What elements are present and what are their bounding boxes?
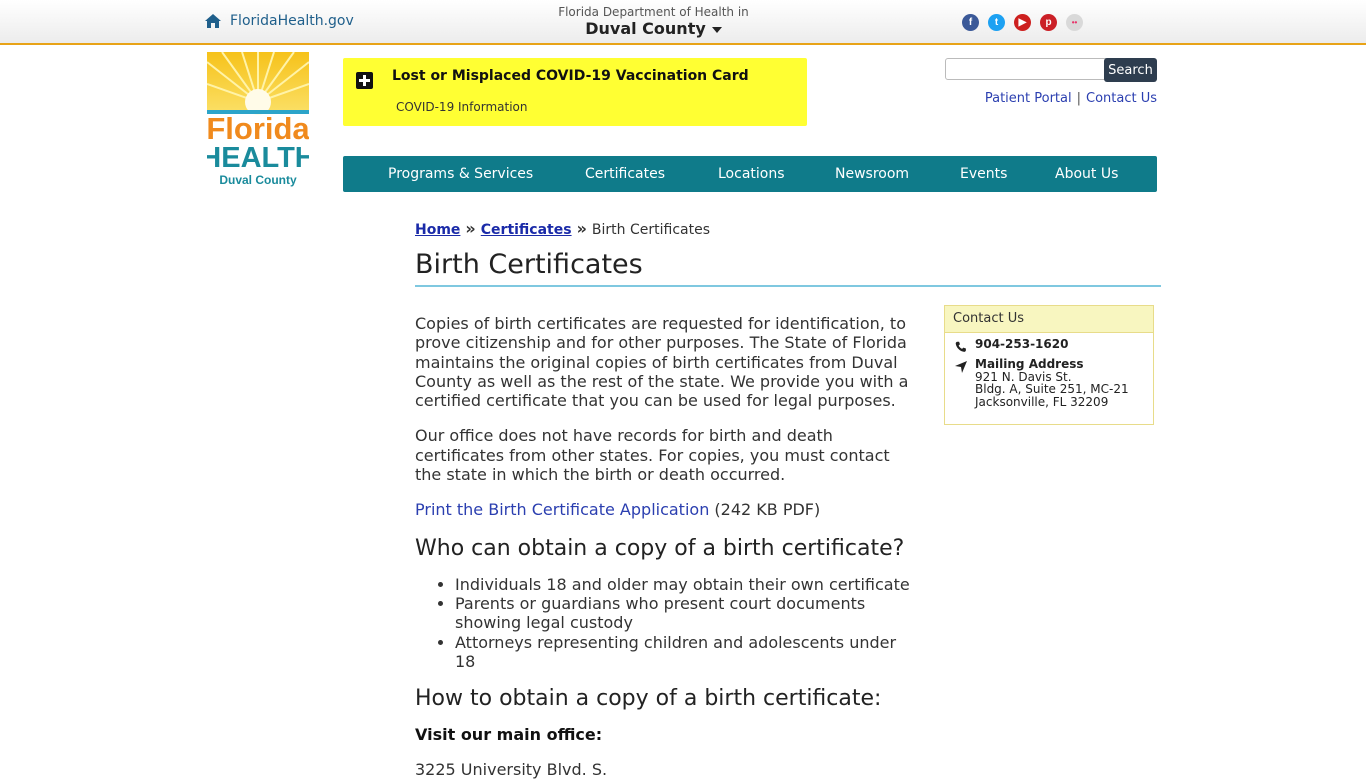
- contact-phone-row: 904-253-1620: [954, 338, 1068, 352]
- contact-heading: Contact Us: [945, 306, 1153, 333]
- who-list: Individuals 18 and older may obtain thei…: [415, 575, 920, 671]
- intro-paragraph: Copies of birth certificates are request…: [415, 314, 909, 411]
- home-icon: [205, 14, 221, 28]
- breadcrumb-home[interactable]: Home: [415, 222, 460, 238]
- utility-links: Patient Portal | Contact Us: [985, 91, 1157, 106]
- print-application-link[interactable]: Print the Birth Certificate Application: [415, 500, 709, 519]
- facebook-icon[interactable]: f: [962, 14, 979, 31]
- floridahealth-home-link[interactable]: FloridaHealth.gov: [205, 13, 354, 29]
- nav-certificates[interactable]: Certificates: [585, 156, 665, 192]
- location-arrow-icon: [955, 361, 967, 373]
- who-heading: Who can obtain a copy of a birth certifi…: [415, 535, 905, 561]
- alert-title[interactable]: Lost or Misplaced COVID-19 Vaccination C…: [392, 68, 749, 84]
- contact-box: Contact Us 904-253-1620 Mailing Address …: [944, 305, 1154, 425]
- mailing-address-line3: Jacksonville, FL 32209: [975, 394, 1109, 409]
- florida-health-logo[interactable]: Florida HEALTH Duval County: [200, 51, 316, 188]
- plus-icon: [356, 72, 373, 89]
- nav-locations[interactable]: Locations: [718, 156, 785, 192]
- contact-phone[interactable]: 904-253-1620: [975, 338, 1068, 351]
- pinterest-icon[interactable]: p: [1040, 14, 1057, 31]
- covid-alert-banner[interactable]: Lost or Misplaced COVID-19 Vaccination C…: [343, 58, 807, 126]
- nav-programs-services[interactable]: Programs & Services: [388, 156, 533, 192]
- visit-office-label: Visit our main office:: [415, 725, 603, 745]
- top-bar: FloridaHealth.gov Florida Department of …: [0, 0, 1366, 45]
- home-link-label: FloridaHealth.gov: [230, 13, 354, 29]
- breadcrumb: Home» Certificates» Birth Certificates: [415, 219, 710, 238]
- department-selector[interactable]: Florida Department of Health in Duval Co…: [520, 4, 787, 38]
- caret-down-icon: [711, 26, 722, 33]
- list-item: Attorneys representing children and adol…: [455, 633, 920, 672]
- flickr-icon[interactable]: ••: [1066, 14, 1083, 31]
- nav-newsroom[interactable]: Newsroom: [835, 156, 909, 192]
- how-heading: How to obtain a copy of a birth certific…: [415, 686, 882, 712]
- breadcrumb-current: Birth Certificates: [591, 222, 710, 238]
- nav-events[interactable]: Events: [960, 156, 1007, 192]
- department-prefix: Florida Department of Health in: [558, 5, 749, 19]
- phone-icon: [955, 341, 966, 352]
- utility-separator: |: [1076, 91, 1081, 106]
- contact-address-row: Mailing Address 921 N. Davis St. Bldg. A…: [954, 358, 1129, 408]
- main-content: Copies of birth certificates are request…: [415, 314, 920, 780]
- social-links: f t ▶ p ••: [962, 14, 1083, 31]
- print-application-paragraph: Print the Birth Certificate Application …: [415, 500, 920, 519]
- county-name: Duval County: [585, 19, 706, 38]
- search-button[interactable]: Search: [1104, 58, 1157, 82]
- breadcrumb-certificates[interactable]: Certificates: [481, 222, 572, 238]
- main-nav: Programs & Services Certificates Locatio…: [343, 156, 1157, 192]
- twitter-icon[interactable]: t: [988, 14, 1005, 31]
- breadcrumb-separator: »: [465, 219, 476, 238]
- alert-subtitle[interactable]: COVID-19 Information: [396, 100, 527, 114]
- search-input[interactable]: [945, 58, 1119, 80]
- breadcrumb-separator: »: [576, 219, 587, 238]
- print-application-meta: (242 KB PDF): [709, 500, 821, 520]
- logo-text-health: HEALTH: [207, 142, 309, 174]
- list-item: Parents or guardians who present court d…: [455, 594, 920, 633]
- patient-portal-link[interactable]: Patient Portal: [985, 91, 1072, 106]
- youtube-icon[interactable]: ▶: [1014, 14, 1031, 31]
- mailing-address-line2: Bldg. A, Suite 251, MC-21: [975, 382, 1129, 396]
- sun-logo-icon: Florida HEALTH Duval County: [200, 51, 316, 187]
- list-item: Individuals 18 and older may obtain thei…: [455, 575, 920, 594]
- logo-text-florida: Florida: [207, 111, 309, 146]
- contact-us-link[interactable]: Contact Us: [1086, 91, 1157, 106]
- county-dropdown[interactable]: Duval County: [520, 20, 787, 38]
- nav-about-us[interactable]: About Us: [1055, 156, 1118, 192]
- mailing-address-label: Mailing Address: [975, 357, 1084, 371]
- page-title: Birth Certificates: [415, 248, 1161, 287]
- logo-text-county: Duval County: [219, 173, 297, 187]
- out-of-state-paragraph: Our office does not have records for bir…: [415, 426, 890, 485]
- office-address: 3225 University Blvd. S.: [415, 760, 608, 780]
